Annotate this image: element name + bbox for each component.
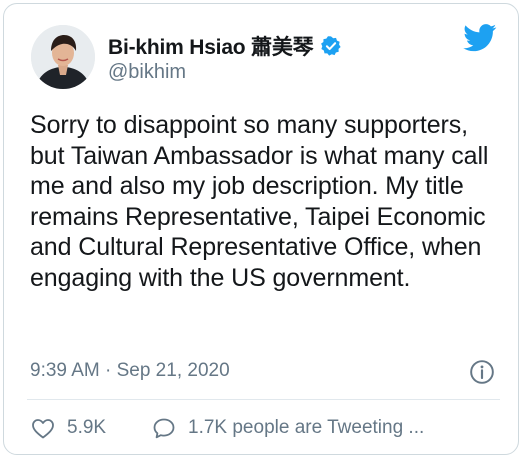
conversation-text: 1.7K people are Tweeting ... [188,417,425,438]
author-row: Bi-khim Hsiao 蕭美琴 [108,31,342,61]
avatar[interactable] [31,25,95,89]
divider [27,399,500,400]
verified-badge-icon [321,36,342,56]
speech-bubble-icon [153,418,175,439]
heart-icon [32,419,54,439]
tweet-text: Sorry to disappoint so many supporters, … [30,111,489,292]
tweet-timestamp[interactable]: 9:39 AM · Sep 21, 2020 [30,360,230,382]
info-icon[interactable] [469,359,495,385]
twitter-bird-icon[interactable] [463,24,497,52]
person-portrait-icon [31,25,95,89]
like-button[interactable]: 5.9K [31,417,106,439]
conversation-button[interactable]: 1.7K people are Tweeting ... [152,417,424,439]
author-handle[interactable]: @bikhim [108,61,186,84]
tweet-card: Bi-khim Hsiao 蕭美琴 @bikhim Sorry to disap… [3,3,519,455]
like-count: 5.9K [67,417,107,438]
author-name[interactable]: Bi-khim Hsiao 蕭美琴 [108,31,314,61]
